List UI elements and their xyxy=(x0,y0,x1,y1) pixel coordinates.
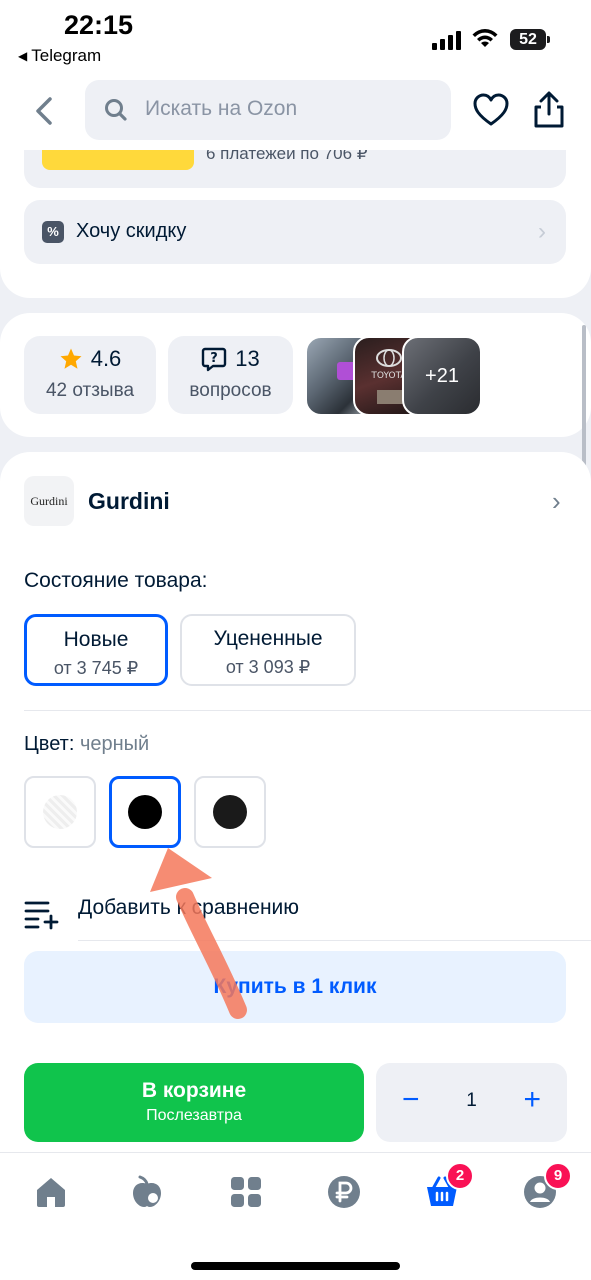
search-icon xyxy=(105,99,127,121)
in-cart-label: В корзине xyxy=(141,1079,247,1102)
question-icon: ? xyxy=(202,347,227,372)
heart-icon[interactable] xyxy=(472,92,510,128)
questions-button[interactable]: ? 13 вопросов xyxy=(168,336,293,414)
rating-button[interactable]: 4.6 42 отзыва xyxy=(24,336,156,414)
rating-value: 4.6 xyxy=(90,346,122,371)
swatch-dot xyxy=(128,795,162,829)
brand-logo[interactable]: Gurdini xyxy=(24,476,74,526)
color-label-text: Цвет: xyxy=(24,733,75,755)
in-cart-button[interactable]: В корзине Послезавтра xyxy=(24,1063,364,1142)
brand-name[interactable]: Gurdini xyxy=(88,488,170,515)
color-value: черный xyxy=(79,733,150,755)
color-label: Цвет: черный xyxy=(24,733,149,756)
installment-row[interactable]: 6 платежей по 706 ₽ xyxy=(24,150,566,188)
share-icon[interactable] xyxy=(531,90,567,130)
status-bar: 22:15 ◀ Telegram 52 xyxy=(0,0,591,72)
svg-text:?: ? xyxy=(210,351,218,366)
reviews-card: 4.6 42 отзыва ? 13 вопросов TOYOTA +21 xyxy=(0,313,591,437)
apple-icon[interactable] xyxy=(129,1174,165,1210)
chevron-right-icon[interactable]: › xyxy=(552,486,561,517)
add-to-compare-button[interactable]: Добавить к сравнению xyxy=(24,892,591,941)
questions-label: вопросов xyxy=(189,380,272,401)
condition-title: Уцененные xyxy=(213,627,323,650)
back-to-app-link[interactable]: ◀ Telegram xyxy=(18,46,101,66)
increase-quantity-button[interactable]: + xyxy=(523,1083,541,1117)
compare-list-icon xyxy=(24,901,59,930)
cart-badge: 2 xyxy=(446,1162,474,1190)
wifi-icon xyxy=(472,29,498,47)
back-triangle-icon: ◀ xyxy=(18,49,28,63)
color-swatch-clear[interactable] xyxy=(24,776,96,848)
battery-icon: 52 xyxy=(510,29,550,50)
condition-title: Новые xyxy=(63,628,129,651)
home-icon[interactable] xyxy=(33,1174,69,1210)
condition-price: от 3 745 ₽ xyxy=(53,658,139,678)
want-discount-label: Хочу скидку xyxy=(76,220,187,242)
top-header: Искать на Ozon xyxy=(0,72,591,150)
more-photos-count: +21 xyxy=(425,365,459,387)
price-card: 6 платежей по 706 ₽ % Хочу скидку › xyxy=(0,150,591,298)
status-time: 22:15 xyxy=(64,10,134,40)
ruble-icon[interactable] xyxy=(326,1174,362,1210)
home-indicator[interactable] xyxy=(191,1262,400,1270)
questions-count: 13 xyxy=(235,346,260,371)
back-arrow-icon[interactable] xyxy=(30,94,60,128)
buy-one-click-button[interactable]: Купить в 1 клик xyxy=(24,951,566,1023)
cellular-signal-icon xyxy=(432,30,462,50)
swatch-dot xyxy=(213,795,247,829)
chevron-right-icon: › xyxy=(538,218,546,245)
grid-icon[interactable] xyxy=(228,1174,264,1210)
color-swatch-black[interactable] xyxy=(109,776,181,848)
installment-badge xyxy=(42,150,194,170)
divider xyxy=(78,940,591,941)
want-discount-button[interactable]: % Хочу скидку › xyxy=(24,200,566,264)
profile-badge: 9 xyxy=(544,1162,572,1190)
discount-icon: % xyxy=(42,221,64,243)
compare-label: Добавить к сравнению xyxy=(78,896,300,919)
delivery-label: Послезавтра xyxy=(146,1107,242,1124)
reviews-count: 42 отзыва xyxy=(45,380,135,401)
star-icon xyxy=(60,348,82,369)
condition-label: Состояние товара: xyxy=(24,569,208,592)
cart-tab[interactable]: 2 xyxy=(424,1162,474,1210)
profile-tab[interactable]: 9 xyxy=(522,1162,572,1210)
bottom-tab-bar: 2 9 xyxy=(0,1152,591,1280)
more-photos-button[interactable]: +21 xyxy=(402,336,482,416)
back-app-label: Telegram xyxy=(31,46,102,65)
installment-text: 6 платежей по 706 ₽ xyxy=(206,150,368,163)
condition-price: от 3 093 ₽ xyxy=(225,657,311,677)
swatch-dot xyxy=(43,795,77,829)
product-options-card: Gurdini Gurdini › Состояние товара: Новы… xyxy=(0,452,591,1152)
color-swatch-black-2[interactable] xyxy=(194,776,266,848)
search-bar[interactable]: Искать на Ozon xyxy=(85,80,451,140)
condition-option-discounted[interactable]: Уцененные от 3 093 ₽ xyxy=(180,614,356,686)
quantity-stepper: − 1 + xyxy=(376,1063,567,1142)
condition-option-new[interactable]: Новые от 3 745 ₽ xyxy=(24,614,168,686)
search-placeholder: Искать на Ozon xyxy=(145,97,298,120)
divider xyxy=(24,710,591,711)
